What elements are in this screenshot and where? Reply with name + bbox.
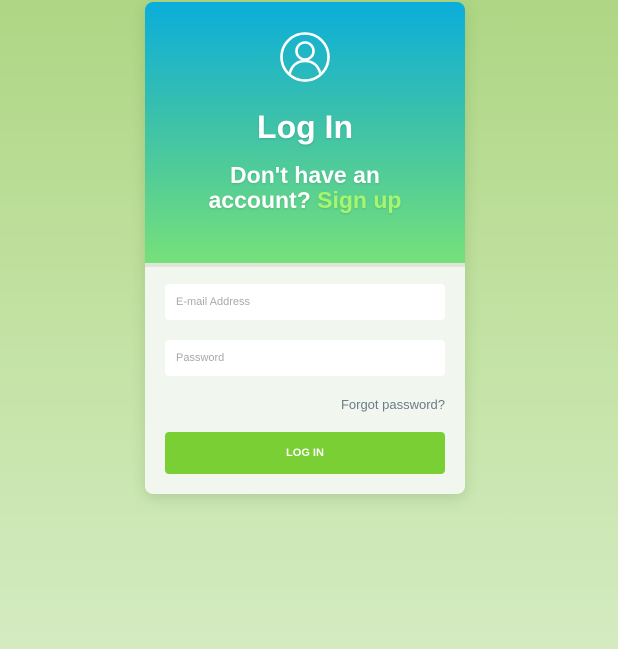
signup-link[interactable]: Sign up bbox=[317, 187, 401, 213]
password-field[interactable] bbox=[165, 340, 445, 376]
email-field[interactable] bbox=[165, 284, 445, 320]
login-button[interactable]: LOG IN bbox=[165, 432, 445, 474]
login-header: Log In Don't have an account? Sign up bbox=[145, 2, 465, 267]
signup-prompt: Don't have an account? Sign up bbox=[145, 163, 465, 213]
signup-prompt-text-line1: Don't have an bbox=[230, 162, 380, 188]
forgot-password-link[interactable]: Forgot password? bbox=[341, 397, 445, 412]
signup-prompt-text-line2: account? bbox=[208, 187, 311, 213]
user-circle-icon bbox=[280, 32, 330, 82]
page-title: Log In bbox=[257, 109, 353, 145]
login-card: Log In Don't have an account? Sign up Fo… bbox=[145, 2, 465, 494]
